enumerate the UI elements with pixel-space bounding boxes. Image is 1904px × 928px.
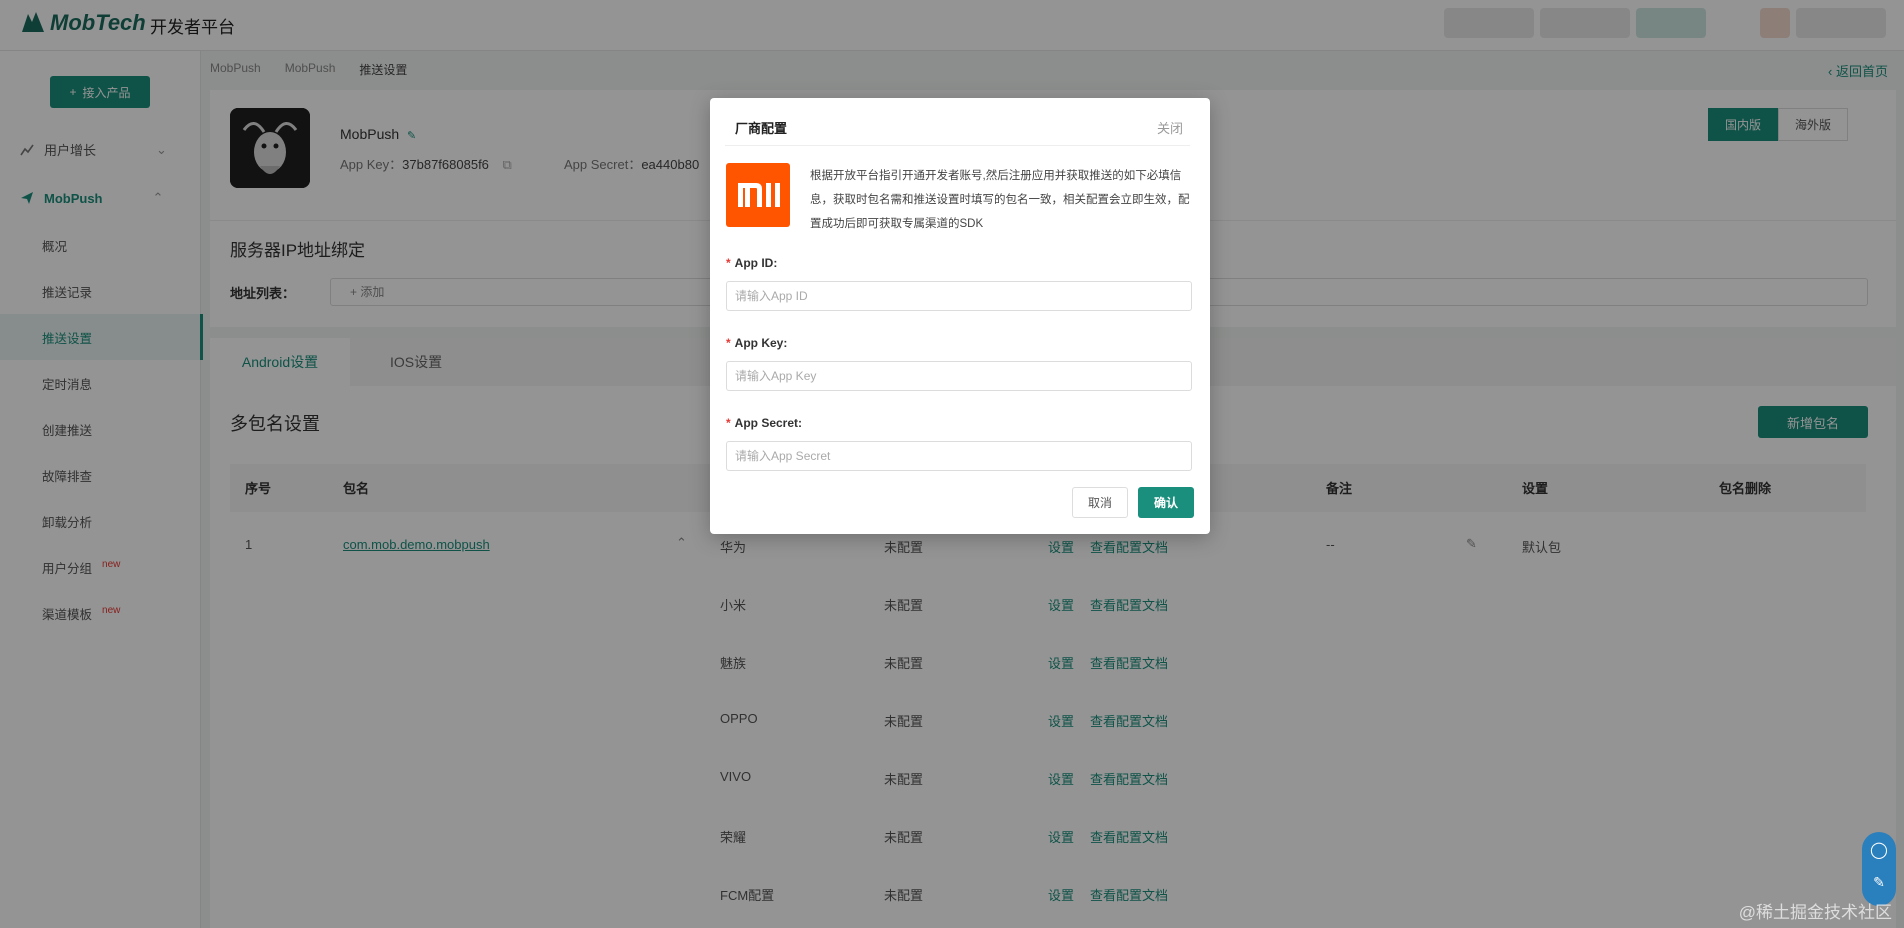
confirm-button[interactable]: 确认 [1138,487,1194,518]
app-secret-input[interactable] [726,441,1192,471]
field-label-text: App Secret: [734,416,803,430]
app-key-input[interactable] [726,361,1192,391]
app-key-label: * App Key: [726,336,787,350]
dialog-description: 根据开放平台指引开通开发者账号,然后注册应用并获取推送的如下必填信息，获取时包名… [810,170,1190,230]
dialog-close-button[interactable]: 关闭 [1157,118,1183,137]
xiaomi-logo [726,163,790,227]
floating-help-widget[interactable]: ◯ ✎ [1862,832,1896,906]
dialog-divider [725,145,1190,146]
edit-icon: ✎ [1873,874,1885,890]
field-label-text: App Key: [734,336,788,350]
cancel-button[interactable]: 取消 [1072,487,1128,518]
app-id-input[interactable] [726,281,1192,311]
chat-icon: ◯ [1870,842,1888,859]
app-secret-label: * App Secret: [726,416,802,430]
field-label-text: App ID: [734,256,778,270]
dialog-title: 厂商配置 [735,121,788,136]
required-mark: * [726,336,731,350]
xiaomi-mi-icon [738,183,780,207]
watermark: @稀土掘金技术社区 [1738,903,1892,922]
app-id-label: * App ID: [726,256,777,270]
required-mark: * [726,256,731,270]
required-mark: * [726,416,731,430]
